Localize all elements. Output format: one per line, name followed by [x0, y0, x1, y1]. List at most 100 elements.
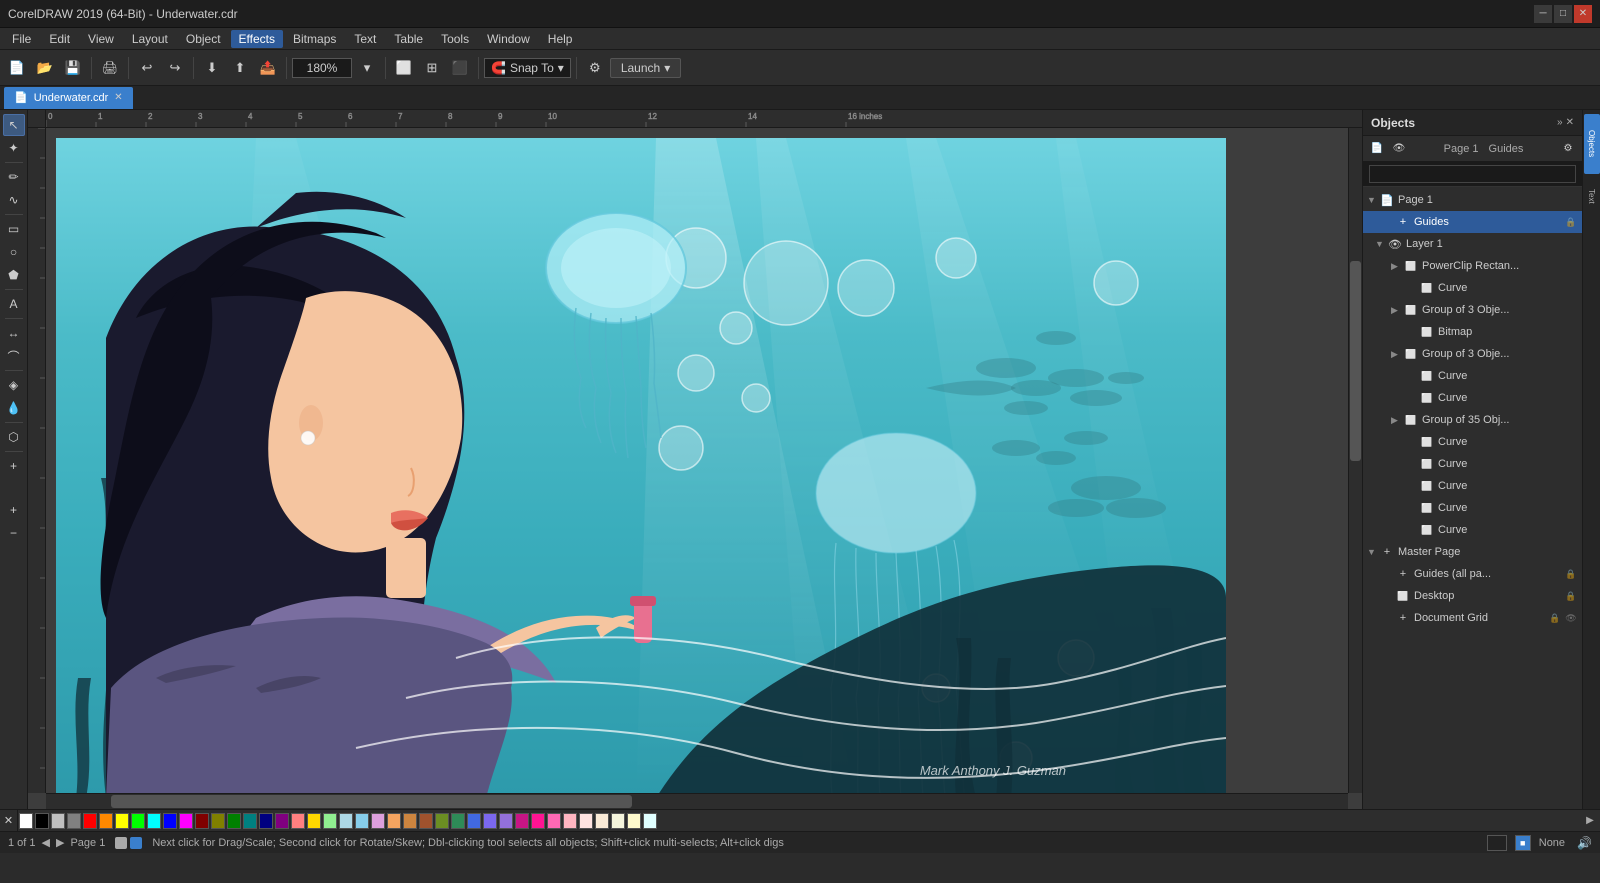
menu-edit[interactable]: Edit [41, 30, 78, 48]
panel-tb-btn1[interactable]: 📄 [1367, 139, 1387, 159]
tree-group3-2[interactable]: ▶ ⬜ Group of 3 Obje... [1363, 343, 1582, 365]
import-button[interactable]: ⬇ [199, 55, 225, 81]
view-mode-btn1[interactable] [115, 837, 127, 849]
tree-guides-all[interactable]: + Guides (all pa... 🔒 [1363, 563, 1582, 585]
open-button[interactable]: 📂 [32, 55, 58, 81]
rectangle-button[interactable]: ▭ [3, 218, 25, 240]
palette-swatch-yellow[interactable] [115, 813, 129, 829]
fill-button[interactable]: ◈ [3, 374, 25, 396]
menu-effects[interactable]: Effects [231, 30, 283, 48]
redo-button[interactable]: ↪ [162, 55, 188, 81]
palette-swatch-plum[interactable] [371, 813, 385, 829]
menu-object[interactable]: Object [178, 30, 229, 48]
palette-swatch-teal[interactable] [243, 813, 257, 829]
zoom-dropdown[interactable]: ▾ [354, 55, 380, 81]
menu-window[interactable]: Window [479, 30, 538, 48]
palette-swatch-deeppink[interactable] [531, 813, 545, 829]
palette-swatch-sienna[interactable] [419, 813, 433, 829]
menu-help[interactable]: Help [540, 30, 581, 48]
ellipse-button[interactable]: ○ [3, 241, 25, 263]
options-button[interactable]: ⚙ [582, 55, 608, 81]
tree-layer1[interactable]: ▼ 👁 Layer 1 [1363, 233, 1582, 255]
tree-curve7[interactable]: ⬜ Curve [1363, 497, 1582, 519]
doc-tab-underwater[interactable]: 📄 Underwater.cdr ✕ [4, 87, 133, 109]
export-button[interactable]: ⬆ [227, 55, 253, 81]
view-btn3[interactable]: ⬛ [447, 55, 473, 81]
undo-button[interactable]: ↩ [134, 55, 160, 81]
canvas-scrollbar-horizontal[interactable] [46, 793, 1348, 809]
page-nav-left[interactable]: ◀ [42, 836, 50, 849]
palette-swatch-navy[interactable] [259, 813, 273, 829]
connector-button[interactable]: ⌒ [3, 345, 25, 367]
fill-swatch[interactable] [1487, 835, 1507, 851]
canvas-scrollbar-vertical[interactable] [1348, 128, 1362, 793]
palette-swatch-ltgreen[interactable] [323, 813, 337, 829]
palette-swatch-misty[interactable] [579, 813, 593, 829]
panel-tb-btn2[interactable]: 👁 [1389, 139, 1409, 159]
palette-swatch-beige[interactable] [611, 813, 625, 829]
menu-layout[interactable]: Layout [124, 30, 176, 48]
tree-curve5[interactable]: ⬜ Curve [1363, 453, 1582, 475]
palette-swatch-ltcyan[interactable] [643, 813, 657, 829]
palette-swatch-peru[interactable] [403, 813, 417, 829]
palette-swatch-green[interactable] [131, 813, 145, 829]
palette-swatch-sandy[interactable] [387, 813, 401, 829]
canvas-area[interactable]: 0 1 2 3 4 5 6 7 8 [28, 110, 1362, 809]
palette-swatch-med-slate[interactable] [483, 813, 497, 829]
page-nav-right[interactable]: ▶ [56, 836, 64, 849]
menu-bitmaps[interactable]: Bitmaps [285, 30, 344, 48]
tree-bitmap[interactable]: ⬜ Bitmap [1363, 321, 1582, 343]
eyedropper-button[interactable]: 💧 [3, 397, 25, 419]
smartdraw-button[interactable]: ∿ [3, 189, 25, 211]
text-button[interactable]: A [3, 293, 25, 315]
palette-swatch-medpurp[interactable] [499, 813, 513, 829]
palette-scroll-right[interactable]: ▶ [1582, 813, 1598, 829]
palette-swatch-blue[interactable] [163, 813, 177, 829]
palette-swatch-medvio[interactable] [515, 813, 529, 829]
palette-swatch-black[interactable] [35, 813, 49, 829]
palette-swatch-antiwhite[interactable] [595, 813, 609, 829]
smartfill-button[interactable]: ⬡ [3, 426, 25, 448]
tree-page1[interactable]: ▼ 📄 Page 1 [1363, 189, 1582, 211]
view-btn2[interactable]: ⊞ [419, 55, 445, 81]
snap-to-control[interactable]: 🧲 Snap To ▾ [484, 58, 571, 78]
doc-tab-close[interactable]: ✕ [114, 92, 122, 103]
tree-desktop[interactable]: ⬜ Desktop 🔒 [1363, 585, 1582, 607]
zoom-level[interactable]: 180% [292, 58, 352, 78]
minus-nav-button[interactable]: − [3, 522, 25, 544]
palette-swatch-white[interactable] [19, 813, 33, 829]
panel-settings-button[interactable]: ⚙ [1558, 139, 1578, 159]
new-button[interactable]: 📄 [4, 55, 30, 81]
outline-swatch[interactable]: ■ [1515, 835, 1531, 851]
tree-group3-1[interactable]: ▶ ⬜ Group of 3 Obje... [1363, 299, 1582, 321]
palette-swatch-red[interactable] [83, 813, 97, 829]
view-mode-btn2[interactable] [130, 837, 142, 849]
polygon-button[interactable]: ⬟ [3, 264, 25, 286]
palette-swatch-cyan[interactable] [147, 813, 161, 829]
palette-swatch-ltpink[interactable] [563, 813, 577, 829]
palette-swatch-ltred[interactable] [291, 813, 305, 829]
palette-swatch-dkgreen[interactable] [227, 813, 241, 829]
launch-button[interactable]: Launch ▾ [610, 58, 681, 78]
menu-text[interactable]: Text [346, 30, 384, 48]
panel-expand-button[interactable]: » [1557, 117, 1563, 128]
tree-masterpage[interactable]: ▼ + Master Page [1363, 541, 1582, 563]
palette-swatch-orange[interactable] [99, 813, 113, 829]
minimize-button[interactable]: ─ [1534, 5, 1552, 23]
tree-group35[interactable]: ▶ ⬜ Group of 35 Obj... [1363, 409, 1582, 431]
tree-curve8[interactable]: ⬜ Curve [1363, 519, 1582, 541]
palette-swatch-royal[interactable] [467, 813, 481, 829]
plus-nav-button[interactable]: + [3, 499, 25, 521]
tree-powerclip[interactable]: ▶ ⬜ PowerClip Rectan... [1363, 255, 1582, 277]
text-tab[interactable]: Text [1584, 176, 1600, 216]
publish-button[interactable]: 📤 [255, 55, 281, 81]
save-button[interactable]: 💾 [60, 55, 86, 81]
tree-docgrid[interactable]: + Document Grid 🔒 👁 [1363, 607, 1582, 629]
palette-swatch-seagreen[interactable] [451, 813, 465, 829]
maximize-button[interactable]: □ [1554, 5, 1572, 23]
node-edit-button[interactable]: ✦ [3, 137, 25, 159]
no-fill-swatch[interactable]: ✕ [0, 810, 18, 832]
pick-tool-button[interactable]: ↖ [3, 114, 25, 136]
palette-swatch-hotpink[interactable] [547, 813, 561, 829]
palette-swatch-gray[interactable] [67, 813, 81, 829]
